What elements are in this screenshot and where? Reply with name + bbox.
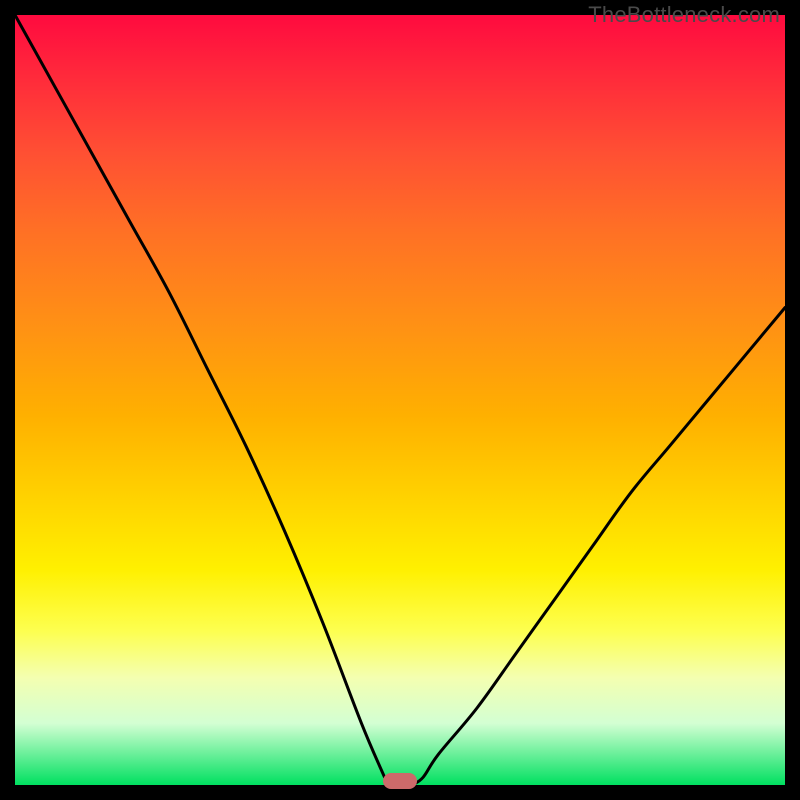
chart-frame: TheBottleneck.com bbox=[0, 0, 800, 800]
chart-plot-area bbox=[15, 15, 785, 785]
optimal-point-marker bbox=[383, 773, 417, 789]
bottleneck-curve bbox=[15, 15, 785, 785]
curve-path bbox=[15, 15, 785, 785]
